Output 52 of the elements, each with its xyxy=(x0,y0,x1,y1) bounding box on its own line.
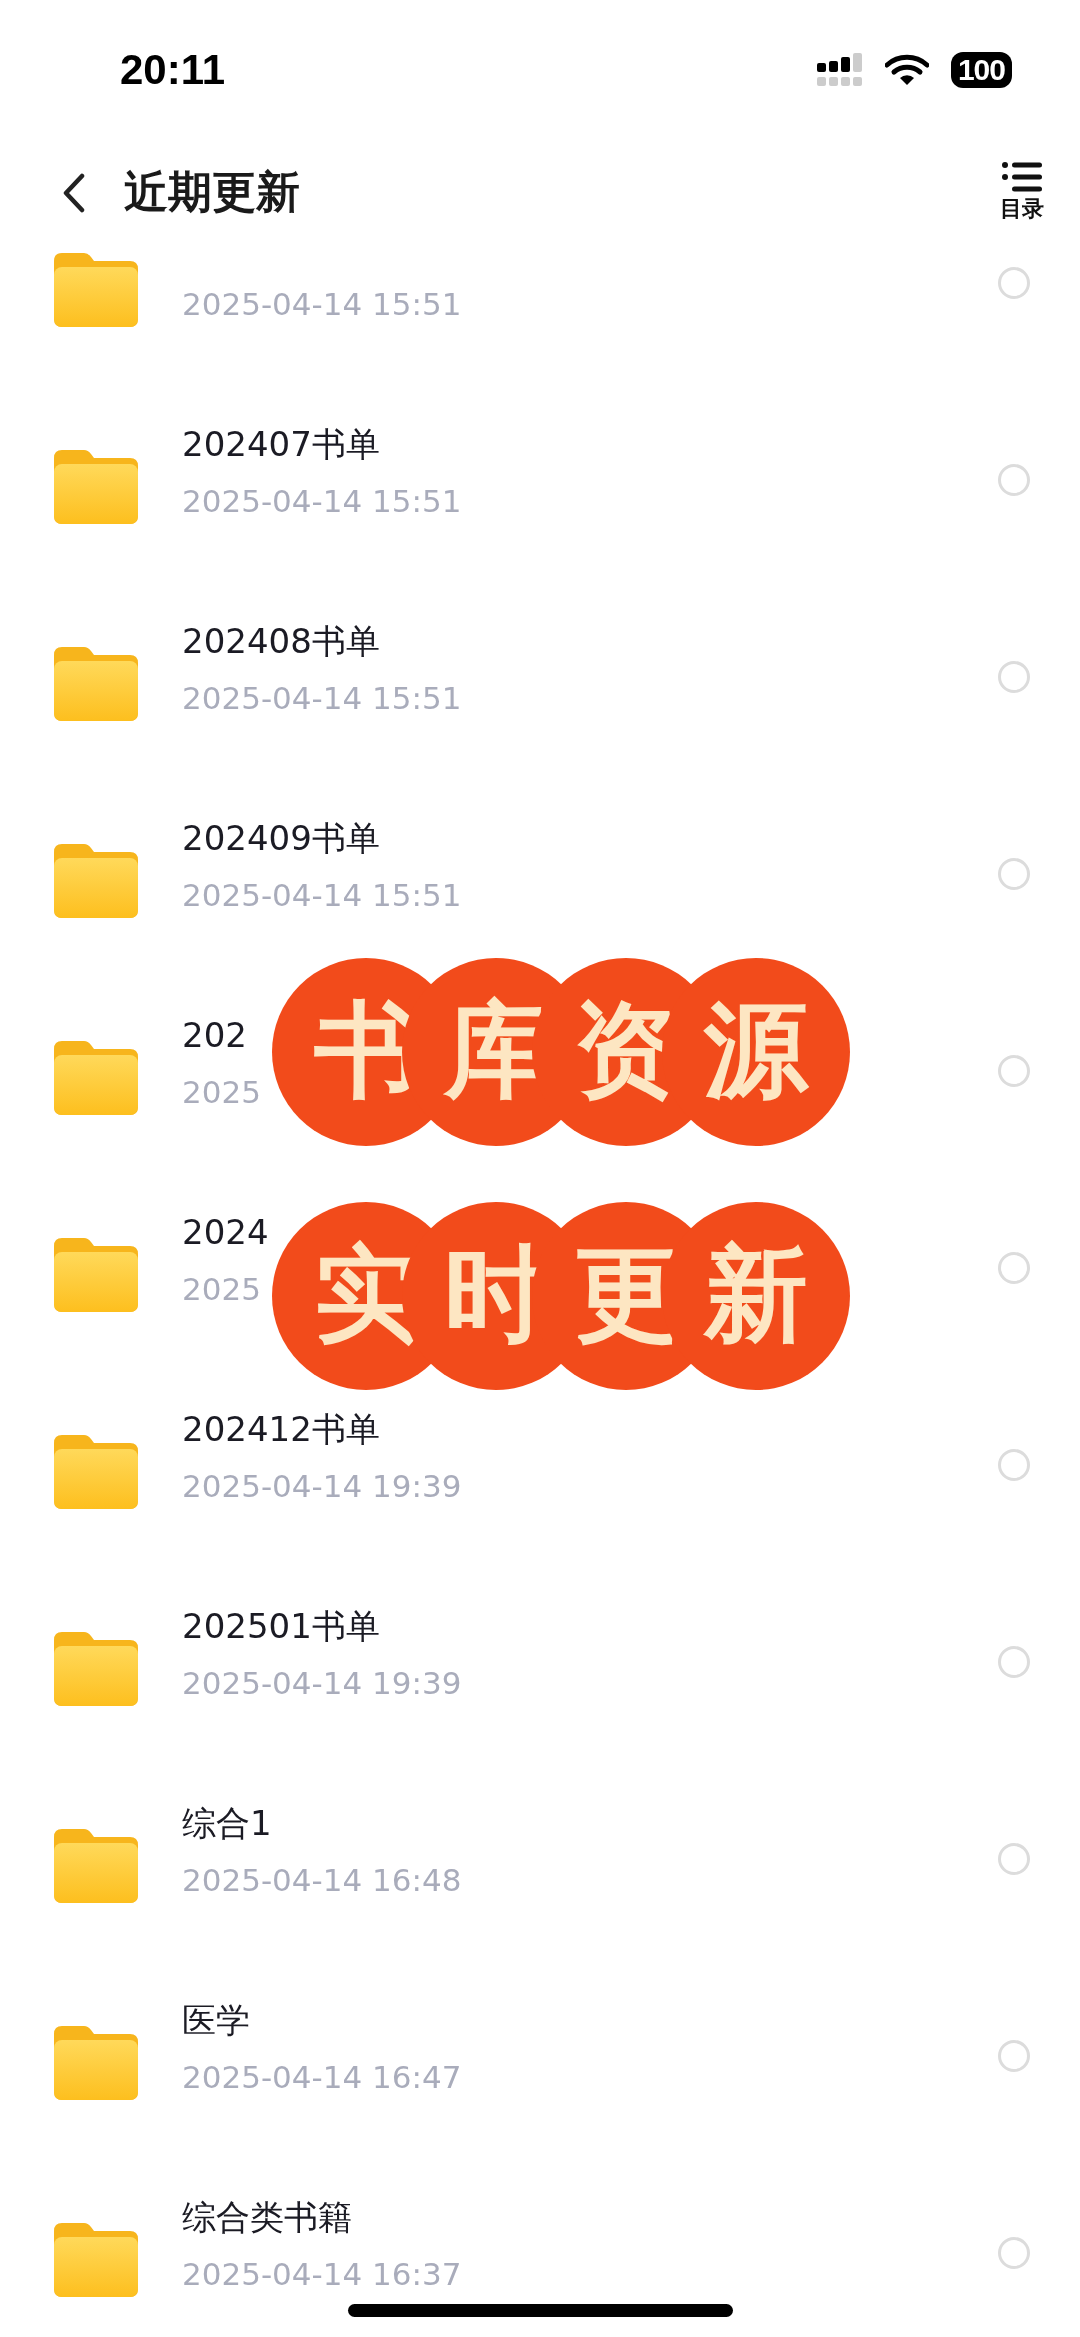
folder-name: 综合类书籍 xyxy=(182,2195,352,2238)
folder-icon xyxy=(54,1631,138,1706)
folder-icon xyxy=(54,2025,138,2100)
folder-date: 2025-04-14 16:37 xyxy=(182,2254,462,2294)
select-radio[interactable] xyxy=(998,463,1030,496)
folder-date: 2025-04-14 15:51 xyxy=(182,875,462,915)
select-radio[interactable] xyxy=(998,660,1030,693)
folder-date: 2025-04-14 16:47 xyxy=(182,2057,462,2097)
catalog-button[interactable]: 目录 xyxy=(1000,161,1044,224)
folder-date: 2025-04-14 19:39 xyxy=(182,1663,462,1703)
folder-name: 综合1 xyxy=(182,1801,272,1844)
folder-name: 202501书单 xyxy=(182,1604,380,1647)
status-time: 20:11 xyxy=(120,46,226,94)
folder-date: 2025-04-14 15:51 xyxy=(182,284,462,324)
folder-icon xyxy=(54,252,138,327)
select-radio[interactable] xyxy=(998,266,1030,299)
folder-icon xyxy=(54,1237,138,1312)
folder-date: 2025-04-14 15:51 xyxy=(182,678,462,718)
folder-icon xyxy=(54,843,138,918)
battery-icon: 100 xyxy=(950,52,1012,88)
select-radio[interactable] xyxy=(998,1251,1030,1284)
folder-name: 202408书单 xyxy=(182,619,380,662)
folder-icon xyxy=(54,646,138,721)
select-radio[interactable] xyxy=(998,1448,1030,1481)
select-radio[interactable] xyxy=(998,1054,1030,1087)
folder-icon xyxy=(54,1434,138,1509)
folder-date: 2025-04-14 16:48 xyxy=(182,1860,462,1900)
folder-name: 2024 xyxy=(182,1210,269,1253)
folder-name: 医学 xyxy=(182,1998,250,2041)
signal-icon xyxy=(816,53,863,87)
folder-icon xyxy=(54,1828,138,1903)
back-icon[interactable] xyxy=(62,172,86,213)
folder-name: 202409书单 xyxy=(182,816,380,859)
folder-date: 2025 xyxy=(182,1072,261,1112)
select-radio[interactable] xyxy=(998,857,1030,890)
folder-date: 2025-04-14 19:39 xyxy=(182,1466,462,1506)
wifi-icon xyxy=(884,54,929,86)
folder-date: 2025-04-14 15:51 xyxy=(182,481,462,521)
folder-icon xyxy=(54,449,138,524)
folder-icon xyxy=(54,1040,138,1115)
list-icon xyxy=(1002,161,1042,192)
page-title: 近期更新 xyxy=(124,165,301,219)
folder-date: 2025 xyxy=(182,1269,261,1309)
folder-name: 202 xyxy=(182,1013,247,1056)
folder-icon xyxy=(54,2222,138,2297)
select-radio[interactable] xyxy=(998,1645,1030,1678)
select-radio[interactable] xyxy=(998,2236,1030,2269)
select-radio[interactable] xyxy=(998,1842,1030,1875)
folder-name: 202407书单 xyxy=(182,422,380,465)
promo-sticker: 实 时 更 新 xyxy=(272,1202,850,1390)
select-radio[interactable] xyxy=(998,2039,1030,2072)
folder-name: 202412书单 xyxy=(182,1407,380,1450)
